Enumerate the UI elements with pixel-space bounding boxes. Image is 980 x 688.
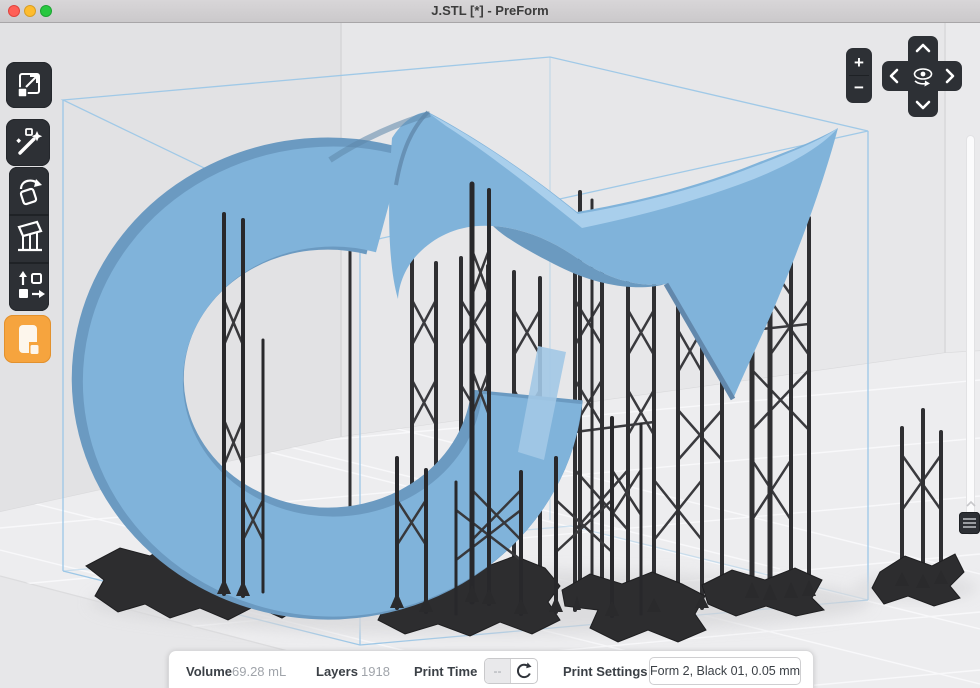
supports-tool-button[interactable] <box>9 215 49 262</box>
print-time-refresh-button[interactable] <box>510 659 537 683</box>
tool-group <box>9 167 49 311</box>
one-click-print-button[interactable] <box>6 119 50 166</box>
zoom-out-button[interactable]: − <box>846 75 872 102</box>
refresh-icon <box>510 659 537 683</box>
print-settings-label: Print Settings <box>563 664 648 679</box>
slider-chevron-icon <box>964 498 978 510</box>
status-bar: Volume 69.28 mL Layers 1918 Print Time -… <box>168 650 814 688</box>
zoom-control: + − <box>846 48 872 103</box>
supports-icon <box>9 215 49 262</box>
orientation-tool-button[interactable] <box>9 167 49 214</box>
print-time-label: Print Time <box>414 664 477 679</box>
volume-value: 69.28 mL <box>232 664 286 679</box>
layers-label: Layers <box>316 664 358 679</box>
window-title: J.STL [*] - PreForm <box>0 0 980 22</box>
magic-wand-icon <box>6 119 50 166</box>
preform-window: J.STL [*] - PreForm <box>0 0 980 688</box>
printer-icon <box>4 315 51 363</box>
slice-slider-handle[interactable] <box>959 512 980 534</box>
volume-label: Volume <box>186 664 232 679</box>
scene-canvas[interactable] <box>0 22 980 688</box>
print-settings-selector[interactable]: Form 2, Black 01, 0.05 mm <box>649 657 801 685</box>
layout-tool-button[interactable] <box>9 263 49 311</box>
view-dpad <box>882 36 962 117</box>
print-button[interactable] <box>4 315 51 363</box>
size-tool-button[interactable] <box>6 62 52 108</box>
zoom-in-button[interactable]: + <box>846 48 872 75</box>
layout-icon <box>9 263 49 311</box>
print-time-value: -- <box>485 659 511 683</box>
layers-value: 1918 <box>361 664 390 679</box>
slice-slider-track[interactable] <box>966 135 975 535</box>
rotate-icon <box>9 167 49 214</box>
title-bar: J.STL [*] - PreForm <box>0 0 980 23</box>
print-time-widget: -- <box>484 658 538 684</box>
resize-icon <box>6 62 52 108</box>
